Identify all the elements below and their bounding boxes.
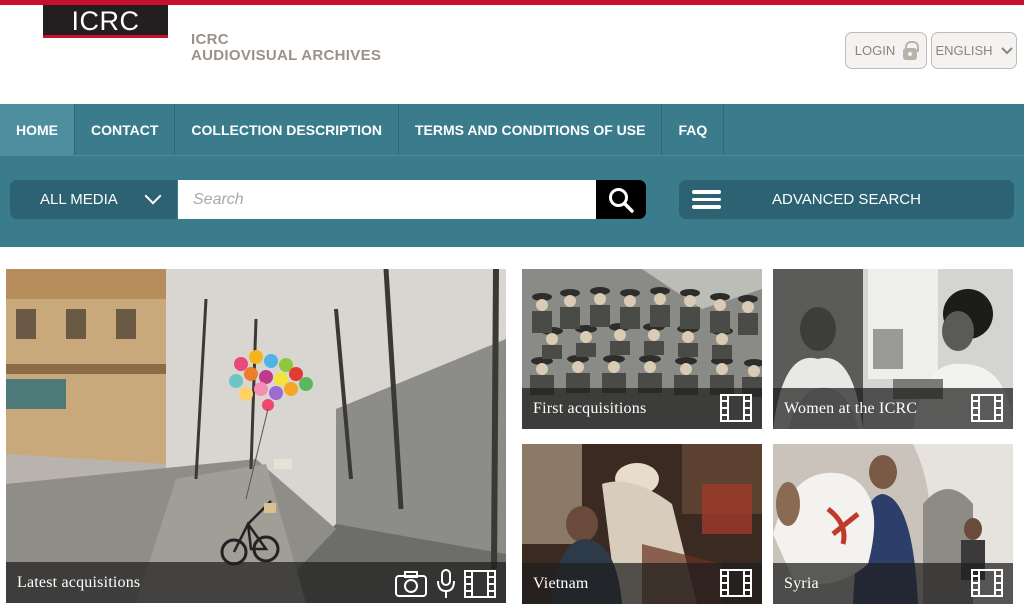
- login-button[interactable]: LOGIN: [845, 32, 927, 69]
- tile-latest-acquisitions[interactable]: Latest acquisitions: [6, 269, 506, 603]
- tile-first-acquisitions[interactable]: First acquisitions: [522, 269, 762, 429]
- film-icon: [971, 569, 1003, 597]
- search-input[interactable]: [178, 180, 596, 219]
- main-nav: HOME CONTACT COLLECTION DESCRIPTION TERM…: [0, 104, 1024, 155]
- media-type-icons: [394, 568, 496, 600]
- media-type-icons: [720, 569, 752, 597]
- search-button[interactable]: [596, 180, 646, 219]
- caption-bar: Women at the ICRC: [773, 388, 1013, 429]
- tile-syria[interactable]: Syria: [773, 444, 1013, 604]
- tile-caption: Latest acquisitions: [17, 573, 141, 591]
- camera-icon: [395, 571, 427, 597]
- login-label: LOGIN: [854, 43, 896, 58]
- tile-caption: Women at the ICRC: [784, 399, 918, 417]
- film-icon: [720, 569, 752, 597]
- search-band: ALL MEDIA ADVANCED SEARCH: [0, 155, 1024, 247]
- lock-icon: [903, 40, 920, 61]
- film-icon: [971, 394, 1003, 422]
- nav-item-collection-description[interactable]: COLLECTION DESCRIPTION: [175, 104, 399, 155]
- tile-caption: Syria: [784, 574, 819, 592]
- tile-caption: Vietnam: [533, 574, 589, 592]
- nav-item-terms[interactable]: TERMS AND CONDITIONS OF USE: [399, 104, 663, 155]
- microphone-icon: [437, 569, 455, 598]
- language-label: ENGLISH: [935, 43, 993, 58]
- caption-bar: Vietnam: [522, 563, 762, 604]
- caption-bar: Syria: [773, 563, 1013, 604]
- tile-caption: First acquisitions: [533, 399, 647, 417]
- nav-item-contact[interactable]: CONTACT: [75, 104, 176, 155]
- tile-women-at-the-icrc[interactable]: Women at the ICRC: [773, 269, 1013, 429]
- media-type-icons: [971, 569, 1003, 597]
- advanced-search-button[interactable]: ADVANCED SEARCH: [679, 180, 1014, 219]
- film-icon: [720, 394, 752, 422]
- media-type-icons: [720, 394, 752, 422]
- menu-icon: [692, 190, 721, 209]
- chevron-down-icon: [1000, 46, 1013, 54]
- advanced-search-label: ADVANCED SEARCH: [772, 191, 921, 208]
- media-type-icons: [971, 394, 1003, 422]
- nav-item-home[interactable]: HOME: [0, 104, 75, 155]
- caption-bar: First acquisitions: [522, 388, 762, 429]
- street-balloons-photo: [6, 269, 506, 603]
- film-icon: [464, 570, 496, 598]
- tile-vietnam[interactable]: Vietnam: [522, 444, 762, 604]
- search-icon: [609, 187, 634, 213]
- language-select[interactable]: ENGLISH: [931, 32, 1017, 69]
- nav-item-faq[interactable]: FAQ: [662, 104, 725, 155]
- site-name-line2: AUDIOVISUAL ARCHIVES: [191, 47, 382, 64]
- icrc-logo[interactable]: ICRC: [43, 5, 168, 38]
- media-filter-label: ALL MEDIA: [40, 191, 118, 208]
- chevron-down-icon: [144, 187, 162, 205]
- site-name-line1: ICRC: [191, 31, 229, 48]
- site-name: ICRC AUDIOVISUAL ARCHIVES: [191, 32, 381, 64]
- media-filter-select[interactable]: ALL MEDIA: [10, 180, 177, 219]
- caption-bar: Latest acquisitions: [6, 562, 506, 603]
